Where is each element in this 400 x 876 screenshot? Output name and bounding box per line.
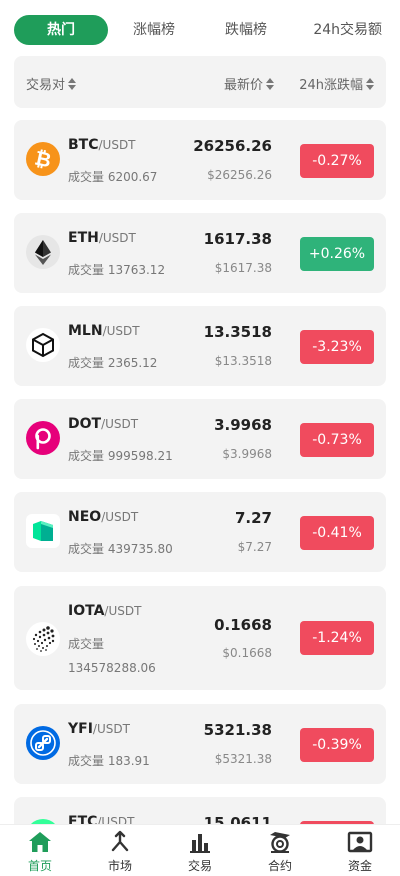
base-symbol: MLN xyxy=(68,323,103,339)
tabbar-label: 合约 xyxy=(267,859,292,873)
base-symbol: ETH xyxy=(68,230,99,246)
tab-losers[interactable]: 跌幅榜 xyxy=(200,15,292,45)
pair-name: NEO/USDT xyxy=(68,509,138,525)
change-badge: +0.26% xyxy=(300,237,374,271)
volume: 成交量 13763.12 xyxy=(68,263,166,277)
quote-symbol: /USDT xyxy=(101,417,139,431)
contract-icon xyxy=(270,832,290,853)
usd-price: $26256.26 xyxy=(207,168,272,182)
melon-icon xyxy=(26,328,60,362)
column-price-label: 最新价 xyxy=(223,78,263,93)
pair-name: IOTA/USDT xyxy=(68,603,141,619)
last-price: 3.9968 xyxy=(214,416,272,434)
base-symbol: BTC xyxy=(68,137,99,153)
pair-name: ETH/USDT xyxy=(68,230,136,246)
last-price: 0.1668 xyxy=(214,616,272,634)
tabbar-market[interactable]: 市场 xyxy=(80,825,160,876)
coin-row[interactable]: DOT/USDT 成交量 999598.21 3.9968 $3.9968 -0… xyxy=(14,399,386,479)
quote-symbol: /USDT xyxy=(92,722,130,736)
usd-price: $0.1668 xyxy=(222,646,272,660)
assets-icon xyxy=(347,831,373,853)
tabbar-contract[interactable]: 合约 xyxy=(240,825,320,876)
last-price: 5321.38 xyxy=(203,721,272,739)
market-icon xyxy=(111,830,129,852)
tabbar-home[interactable]: 首页 xyxy=(0,825,80,876)
pair-name: YFI/USDT xyxy=(68,721,130,737)
sort-price[interactable]: 最新价 xyxy=(224,74,274,93)
coin-row[interactable]: NEO/USDT 成交量 439735.80 7.27 $7.27 -0.41% xyxy=(14,492,386,572)
base-symbol: IOTA xyxy=(68,603,105,619)
change-badge: -0.73% xyxy=(300,423,374,457)
yearn-icon xyxy=(26,726,60,760)
tabbar-label: 资金 xyxy=(347,859,372,873)
coin-row[interactable]: IOTA/USDT 成交量 134578288.06 0.1668 $0.166… xyxy=(14,586,386,690)
tab-24h-volume[interactable]: 24h交易额 xyxy=(292,15,386,45)
svg-text:₿: ₿ xyxy=(33,146,54,173)
tabbar-label: 交易 xyxy=(187,859,212,873)
pair-name: BTC/USDT xyxy=(68,137,136,153)
change-badge: -0.27% xyxy=(300,144,374,178)
usd-price: $13.3518 xyxy=(214,354,272,368)
usd-price: $3.9968 xyxy=(222,447,272,461)
quote-symbol: /USDT xyxy=(98,231,136,245)
trade-icon xyxy=(190,834,210,853)
volume: 成交量 439735.80 xyxy=(68,542,173,556)
column-change-label: 24h涨跌幅 xyxy=(299,78,363,93)
usd-price: $7.27 xyxy=(237,540,272,554)
bitcoin-icon: ₿ xyxy=(26,142,60,176)
volume: 成交量 6200.67 xyxy=(68,170,158,184)
coin-row[interactable]: YFI/USDT 成交量 183.91 5321.38 $5321.38 -0.… xyxy=(14,704,386,784)
usd-price: $1617.38 xyxy=(214,261,272,275)
tabbar-trade[interactable]: 交易 xyxy=(160,825,240,876)
base-symbol: YFI xyxy=(68,721,93,737)
bottom-tab-bar: 首页 市场 交易 合约 资金 xyxy=(0,824,400,876)
last-price: 1617.38 xyxy=(203,230,272,248)
volume: 成交量 2365.12 xyxy=(68,356,158,370)
tabbar-label: 首页 xyxy=(27,859,52,873)
quote-symbol: /USDT xyxy=(98,138,136,152)
quote-symbol: /USDT xyxy=(102,324,140,338)
iota-icon xyxy=(26,622,60,656)
volume: 成交量 183.91 xyxy=(68,754,150,768)
tabbar-assets[interactable]: 资金 xyxy=(320,825,400,876)
sort-icon xyxy=(366,77,374,90)
tabbar-label: 市场 xyxy=(107,859,132,873)
tab-gainers[interactable]: 涨幅榜 xyxy=(108,15,200,45)
pair-name: DOT/USDT xyxy=(68,416,138,432)
change-badge: -1.24% xyxy=(300,621,374,655)
change-badge: -0.41% xyxy=(300,516,374,550)
coin-row[interactable]: MLN/USDT 成交量 2365.12 13.3518 $13.3518 -3… xyxy=(14,306,386,386)
change-badge: -3.23% xyxy=(300,330,374,364)
neo-icon xyxy=(26,514,60,548)
ethereum-icon xyxy=(26,235,60,269)
last-price: 7.27 xyxy=(234,509,272,527)
quote-symbol: /USDT xyxy=(101,510,139,524)
volume: 成交量 134578288.06 xyxy=(68,637,156,675)
sort-icon xyxy=(68,77,77,90)
sort-icon xyxy=(266,77,274,90)
coin-row[interactable]: ETH/USDT 成交量 13763.12 1617.38 $1617.38 +… xyxy=(14,213,386,293)
quote-symbol: /USDT xyxy=(104,604,142,618)
column-header: 交易对 最新价 24h涨跌幅 xyxy=(14,56,386,108)
pair-name: MLN/USDT xyxy=(68,323,140,339)
last-price: 13.3518 xyxy=(203,323,272,341)
polkadot-icon xyxy=(26,421,60,455)
sort-pair[interactable]: 交易对 xyxy=(26,74,77,93)
last-price: 26256.26 xyxy=(193,137,272,155)
base-symbol: DOT xyxy=(68,416,102,432)
change-badge: -0.39% xyxy=(300,728,374,762)
column-pair-label: 交易对 xyxy=(26,78,66,93)
sort-change[interactable]: 24h涨跌幅 xyxy=(299,74,374,93)
home-icon xyxy=(29,832,51,852)
coin-row[interactable]: ₿ BTC/USDT 成交量 6200.67 26256.26 $26256.2… xyxy=(14,120,386,200)
market-tabs: 热门 涨幅榜 跌幅榜 24h交易额 xyxy=(14,14,386,46)
base-symbol: NEO xyxy=(68,509,102,525)
tab-hot[interactable]: 热门 xyxy=(14,15,108,45)
volume: 成交量 999598.21 xyxy=(68,449,173,463)
usd-price: $5321.38 xyxy=(214,752,272,766)
